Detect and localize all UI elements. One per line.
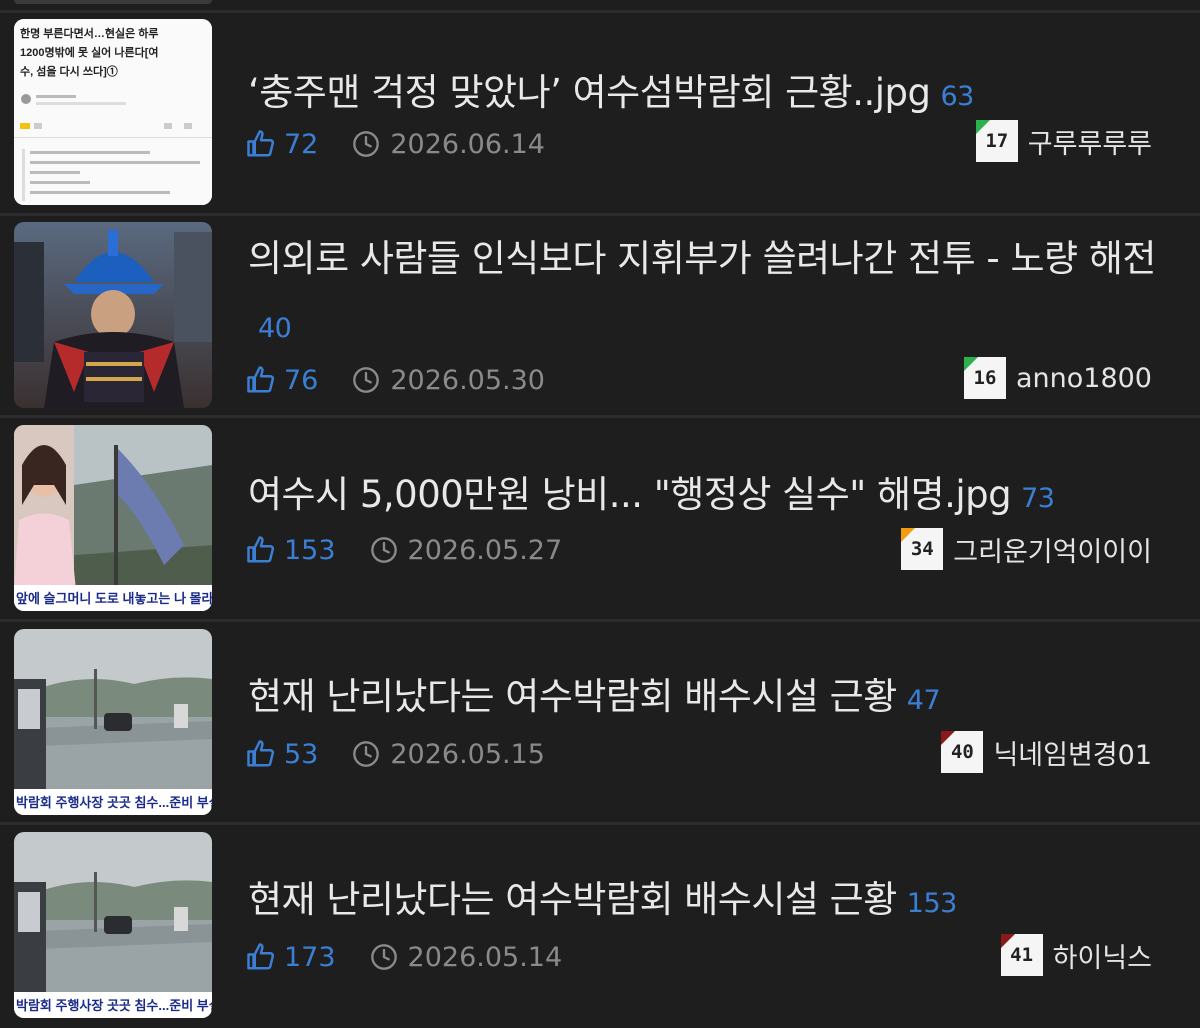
post-list: 한명 부른다면서…현실은 하루 1200명밖에 못 실어 나른다[여 수, 섬을…: [0, 0, 1200, 1028]
like-count: 53: [284, 738, 319, 770]
post-title: 현재 난리났다는 여수박람회 배수시설 근황: [248, 878, 897, 921]
flooded-road-thumbnail: 박람회 주행사장 곳곳 침수...준비 부실 논: [14, 832, 212, 1018]
post-item[interactable]: 박람회 주행사장 곳곳 침수...준비 부실 논 현재 난리났다는 여수박람회 …: [0, 622, 1200, 822]
flooded-road-thumbnail: 박람회 주행사장 곳곳 침수...준비 부실 논: [14, 629, 212, 815]
clock-icon: [370, 944, 397, 970]
post-meta: 76 2026.05.30: [246, 362, 545, 398]
post-author[interactable]: 40 닉네임변경01: [941, 730, 1152, 774]
comment-count: 63: [940, 81, 974, 112]
post-item[interactable]: 앞에 슬그머니 도로 내놓고는 나 몰라 여수시 5,000만원 낭비... "…: [0, 418, 1200, 619]
clock-icon: [353, 741, 380, 767]
comment-count: 47: [906, 685, 941, 716]
post-item[interactable]: 의외로 사람들 인식보다 지휘부가 쓸려나간 전투 - 노량 해전 40 76 2…: [0, 216, 1200, 415]
user-level-badge: 17: [975, 120, 1018, 162]
post-title: 의외로 사람들 인식보다 지휘부가 쓸려나간 전투 - 노량 해전: [248, 237, 1156, 280]
clock-icon: [353, 131, 380, 157]
post-meta: 72 2026.06.14: [246, 126, 545, 162]
post-date: 2026.06.14: [390, 128, 545, 160]
like-count: 72: [284, 128, 319, 160]
thumb-caption: 박람회 주행사장 곳곳 침수...준비 부실 논: [16, 998, 212, 1013]
post-thumbnail[interactable]: [14, 222, 212, 408]
author-nickname: 그리운기억이이이: [953, 536, 1152, 568]
news-broadcast-thumbnail: 앞에 슬그머니 도로 내놓고는 나 몰라: [14, 425, 212, 611]
user-level-badge: 40: [941, 731, 984, 773]
post-title: ‘충주맨 걱정 맞았나’ 여수섬박람회 근황..jpg: [248, 71, 931, 114]
post-title-line[interactable]: 현재 난리났다는 여수박람회 배수시설 근황 153: [248, 867, 1188, 937]
post-thumbnail[interactable]: 박람회 주행사장 곳곳 침수...준비 부실 논: [14, 629, 212, 815]
comment-count: 153: [906, 888, 958, 919]
thumb-line: 한명 부른다면서…현실은 하루: [20, 26, 159, 40]
post-date: 2026.05.30: [390, 364, 545, 396]
post-title-line[interactable]: 의외로 사람들 인식보다 지휘부가 쓸려나간 전투 - 노량 해전 40: [248, 226, 1188, 362]
like-count: 173: [284, 941, 336, 973]
user-level-badge: 34: [901, 528, 944, 570]
post-author[interactable]: 17 구루루루루: [975, 119, 1152, 163]
post-author[interactable]: 34 그리운기억이이이: [901, 527, 1152, 571]
post-thumbnail[interactable]: 앞에 슬그머니 도로 내놓고는 나 몰라: [14, 425, 212, 611]
post-meta: 53 2026.05.15: [246, 736, 545, 772]
post-date: 2026.05.27: [407, 534, 563, 566]
thumbs-up-icon: [247, 740, 275, 767]
post-meta: 153 2026.05.27: [246, 532, 562, 568]
samurai-drama-thumbnail: [14, 222, 212, 408]
previous-item-edge: [0, 0, 1200, 10]
thumb-caption: 박람회 주행사장 곳곳 침수...준비 부실 논: [16, 795, 212, 810]
like-count: 76: [284, 364, 319, 396]
post-date: 2026.05.15: [390, 738, 545, 770]
thumbs-up-icon: [247, 130, 275, 157]
post-item[interactable]: 한명 부른다면서…현실은 하루 1200명밖에 못 실어 나른다[여 수, 섬을…: [0, 13, 1200, 213]
post-author[interactable]: 41 하이닉스: [1000, 933, 1152, 977]
thumbs-up-icon: [247, 536, 275, 563]
post-title-line[interactable]: 현재 난리났다는 여수박람회 배수시설 근황 47: [248, 664, 1188, 734]
thumbs-up-icon: [247, 943, 275, 970]
author-nickname: 하이닉스: [1052, 942, 1152, 974]
thumb-caption: 앞에 슬그머니 도로 내놓고는 나 몰라: [16, 591, 212, 606]
comment-count: 40: [258, 313, 292, 344]
author-nickname: 구루루루루: [1027, 128, 1152, 160]
user-level-badge: 16: [963, 357, 1006, 399]
clock-icon: [353, 367, 380, 393]
post-title: 여수시 5,000만원 낭비... "행정상 실수" 해명.jpg: [248, 473, 1012, 516]
author-nickname: anno1800: [1015, 362, 1152, 394]
post-thumbnail[interactable]: 박람회 주행사장 곳곳 침수...준비 부실 논: [14, 832, 212, 1018]
like-count: 153: [284, 534, 336, 566]
thumb-line: 수, 섬을 다시 쓰다]①: [20, 64, 118, 78]
post-date: 2026.05.14: [407, 941, 563, 973]
post-thumbnail[interactable]: 한명 부른다면서…현실은 하루 1200명밖에 못 실어 나른다[여 수, 섬을…: [14, 19, 212, 205]
author-nickname: 닉네임변경01: [993, 739, 1152, 771]
comment-count: 73: [1021, 483, 1055, 514]
post-title-line[interactable]: 여수시 5,000만원 낭비... "행정상 실수" 해명.jpg 73: [248, 462, 1188, 532]
news-article-thumbnail: 한명 부른다면서…현실은 하루 1200명밖에 못 실어 나른다[여 수, 섬을…: [14, 19, 212, 205]
thumb-line: 1200명밖에 못 실어 나른다[여: [20, 45, 159, 59]
thumbs-up-icon: [247, 366, 275, 393]
post-item[interactable]: 박람회 주행사장 곳곳 침수...준비 부실 논 현재 난리났다는 여수박람회 …: [0, 825, 1200, 1028]
clock-icon: [370, 537, 397, 563]
user-level-badge: 41: [1000, 934, 1043, 976]
post-meta: 173 2026.05.14: [246, 939, 562, 975]
post-title: 현재 난리났다는 여수박람회 배수시설 근황: [248, 675, 897, 718]
post-author[interactable]: 16 anno1800: [963, 356, 1152, 400]
